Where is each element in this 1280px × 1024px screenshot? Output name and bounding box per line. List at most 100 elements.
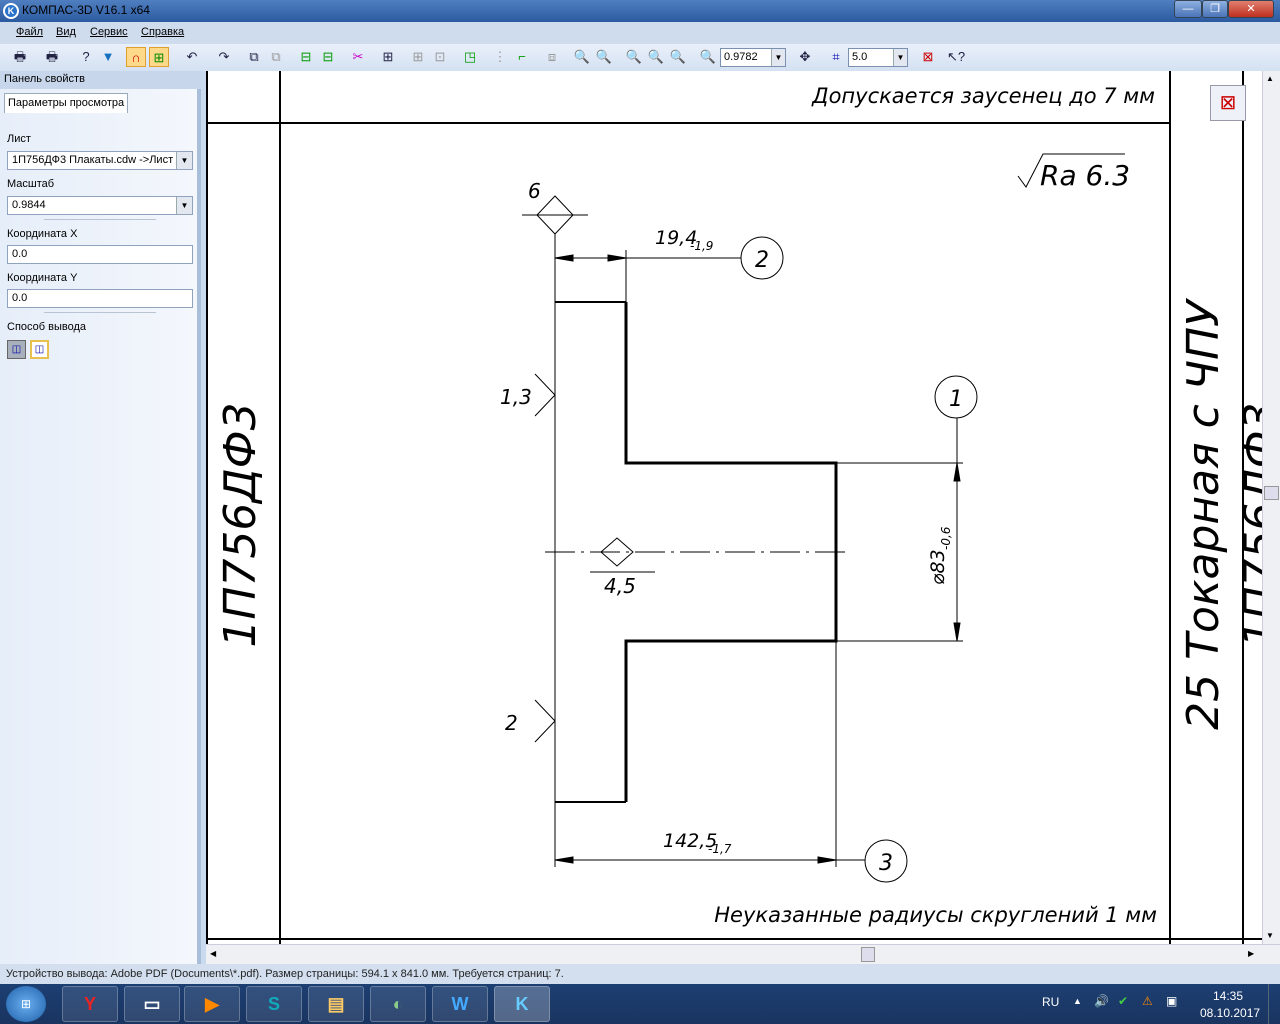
sheet-select[interactable]: 1П756ДФ3 Плакаты.cdw ->Лист ▼	[7, 151, 193, 170]
panel-title: Панель свойств	[0, 71, 201, 89]
drawing: Допускается заусенец до 7 мм Ra 6.3 1П75…	[206, 71, 1262, 944]
help-pages-icon[interactable]: ?	[76, 47, 96, 67]
note-top: Допускается заусенец до 7 мм	[811, 84, 1155, 108]
y-input[interactable]: 0.0	[7, 289, 193, 308]
properties-panel: Панель свойств Параметры просмотра Лист …	[0, 71, 201, 964]
zoom-window-icon[interactable]: 🔍	[624, 47, 644, 67]
mark-45-text: 4,5	[604, 574, 636, 598]
origin-icon[interactable]: ⌐	[512, 47, 532, 67]
filter-icon[interactable]: ▼	[98, 47, 118, 67]
fit-sheet-icon[interactable]: ⊞	[149, 47, 169, 67]
minimize-button[interactable]: —	[1174, 0, 1202, 18]
network-icon[interactable]: ▣	[1166, 994, 1177, 1008]
menu-service[interactable]: Сервис	[90, 26, 128, 38]
divider	[44, 219, 156, 220]
show-desktop-button[interactable]	[1268, 984, 1280, 1024]
zoom-plus-icon[interactable]: 🔍	[646, 47, 666, 67]
rotate-right-icon[interactable]: ↷	[214, 47, 234, 67]
close-preview-button[interactable]: ⊠	[1210, 85, 1246, 121]
taskbar-file-explorer[interactable]: ▤	[308, 986, 364, 1022]
snap-step-icon[interactable]: ⌗	[826, 47, 846, 67]
scroll-thumb[interactable]	[1264, 486, 1279, 500]
x-input[interactable]: 0.0	[7, 245, 193, 264]
dim-dia-value: ⌀83	[927, 549, 949, 585]
scroll-left-icon[interactable]: ◀	[210, 949, 216, 958]
output-mode-2-button[interactable]: ◫	[30, 340, 49, 359]
position-3: 3	[879, 851, 893, 876]
menu-view[interactable]: Вид	[56, 26, 76, 38]
language-indicator[interactable]: RU	[1042, 995, 1059, 1009]
taskbar-word[interactable]: W	[432, 986, 488, 1022]
surface-mark-13: 1,3	[500, 373, 556, 417]
taskbar-kompas-3d[interactable]: K	[494, 986, 550, 1022]
taskbar-yandex-browser[interactable]: Y	[62, 986, 118, 1022]
align-icon[interactable]: ⧈	[542, 47, 562, 67]
chevron-down-icon[interactable]: ▼	[176, 197, 192, 214]
surface-mark-2: 2	[505, 699, 556, 743]
menu-help[interactable]: Справка	[141, 26, 184, 38]
taskbar-screen-app[interactable]: ▭	[124, 986, 180, 1022]
taskbar-skype[interactable]: S	[246, 986, 302, 1022]
chevron-down-icon[interactable]: ▼	[893, 49, 907, 66]
sheet-label: Лист	[7, 133, 31, 145]
delete-sheet-icon[interactable]: ⧉	[266, 47, 286, 67]
magnet-icon[interactable]: ∩	[126, 47, 146, 67]
drawing-canvas[interactable]: Допускается заусенец до 7 мм Ra 6.3 1П75…	[206, 71, 1262, 944]
antivirus-warning-icon[interactable]: ⚠	[1142, 994, 1153, 1008]
grid-icon[interactable]: ⊞	[378, 47, 398, 67]
safe-remove-icon[interactable]: ✔	[1118, 994, 1128, 1008]
maximize-button[interactable]: ❐	[1202, 0, 1228, 18]
clock-time[interactable]: 14:35	[1213, 989, 1243, 1003]
chevron-down-icon[interactable]: ▼	[771, 49, 785, 66]
close-preview-icon[interactable]: ⊠	[918, 47, 938, 67]
horizontal-scrollbar[interactable]: ◀ ▶	[206, 944, 1280, 964]
arrange-icon[interactable]: ⋮	[490, 47, 510, 67]
print-setup-icon[interactable]: 🖶	[42, 47, 62, 67]
rotate-left-icon[interactable]: ↶	[182, 47, 202, 67]
cut-icon[interactable]: ✂	[348, 47, 368, 67]
context-help-icon[interactable]: ↖?	[946, 47, 966, 67]
ungroup-icon[interactable]: ⊡	[430, 47, 450, 67]
volume-icon[interactable]: 🔊	[1094, 994, 1109, 1008]
move-left-icon[interactable]: ⊟	[296, 47, 316, 67]
add-sheet-icon[interactable]: ⧉	[244, 47, 264, 67]
zoom-out-icon[interactable]: 🔍	[594, 47, 614, 67]
sheet-value: 1П756ДФ3 Плакаты.cdw ->Лист	[12, 154, 174, 166]
start-button[interactable]: ⊞	[6, 986, 46, 1022]
vertical-scrollbar[interactable]: ▲ ▼	[1262, 71, 1280, 946]
scale-value: 0.9844	[12, 199, 46, 211]
taskbar-media-center[interactable]: ◐	[370, 986, 426, 1022]
surface-mark-45: 4,5	[590, 537, 655, 598]
chevron-down-icon[interactable]: ▼	[176, 152, 192, 169]
clock-date[interactable]: 08.10.2017	[1200, 1006, 1260, 1020]
scroll-thumb[interactable]	[861, 947, 875, 962]
scale-select[interactable]: 0.9844 ▼	[7, 196, 193, 215]
right-code-partial: 1П756ДФ3	[1235, 402, 1262, 647]
zoom-scale-icon[interactable]: 🔍	[698, 47, 718, 67]
print-icon[interactable]: 🖶	[10, 47, 30, 67]
close-button[interactable]: ✕	[1228, 0, 1274, 18]
zoom-value: 0.9782	[724, 51, 758, 63]
place-icon[interactable]: ◳	[460, 47, 480, 67]
zoom-in-icon[interactable]: 🔍	[572, 47, 592, 67]
menu-file[interactable]: Файл	[16, 26, 43, 38]
scale-label: Масштаб	[7, 178, 55, 190]
scroll-right-icon[interactable]: ▶	[1248, 949, 1254, 958]
scroll-up-icon[interactable]: ▲	[1266, 74, 1274, 83]
move-right-icon[interactable]: ⊟	[318, 47, 338, 67]
tray-expand-icon[interactable]: ▲	[1073, 996, 1082, 1006]
taskbar-media-player[interactable]: ▶	[184, 986, 240, 1022]
output-mode-1-button[interactable]: ◫	[7, 340, 26, 359]
mark-13-text: 1,3	[500, 385, 532, 409]
zoom-select[interactable]: 0.9782 ▼	[720, 48, 786, 67]
roughness-text: Ra 6.3	[1040, 159, 1130, 192]
dimension-bottom: 142,5 -1,7 3	[554, 641, 908, 883]
step-select[interactable]: 5.0 ▼	[848, 48, 908, 67]
tab-view-params[interactable]: Параметры просмотра	[4, 93, 129, 113]
scroll-down-icon[interactable]: ▼	[1266, 931, 1274, 940]
kompas-logo-icon: K	[3, 3, 19, 19]
status-bar: Устройство вывода: Adobe PDF (Documents\…	[0, 964, 1280, 984]
group-icon[interactable]: ⊞	[408, 47, 428, 67]
zoom-minus-icon[interactable]: 🔍	[668, 47, 688, 67]
pan-icon[interactable]: ✥	[795, 47, 815, 67]
